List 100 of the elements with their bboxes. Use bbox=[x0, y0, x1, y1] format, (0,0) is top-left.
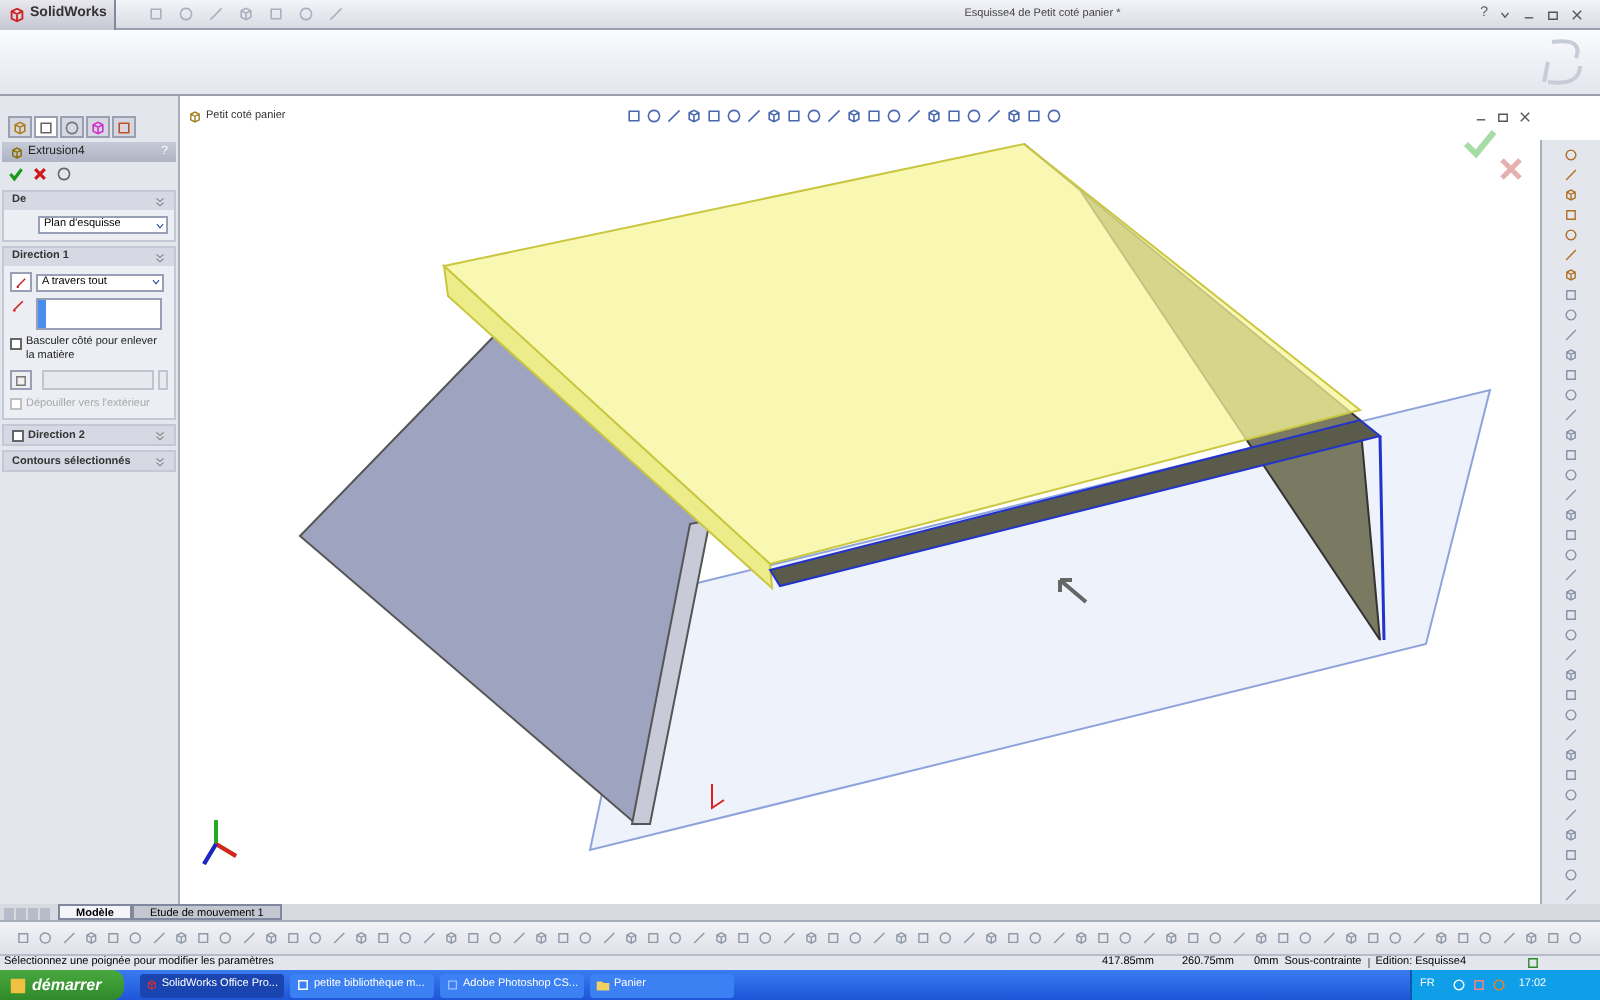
panel-tab[interactable] bbox=[8, 116, 32, 138]
square-icon[interactable] bbox=[1025, 108, 1042, 125]
square-icon[interactable] bbox=[1564, 208, 1578, 222]
cancel-icon[interactable] bbox=[1499, 157, 1523, 181]
cube-icon[interactable] bbox=[845, 108, 862, 125]
square-icon[interactable] bbox=[1366, 930, 1381, 946]
cube-icon[interactable] bbox=[623, 930, 638, 946]
caret-icon[interactable] bbox=[1498, 7, 1512, 21]
panel-tab[interactable] bbox=[112, 116, 136, 138]
square-icon[interactable] bbox=[1526, 956, 1540, 970]
cube-icon[interactable] bbox=[1343, 930, 1358, 946]
cube-icon[interactable] bbox=[1564, 588, 1578, 602]
square-icon[interactable] bbox=[1276, 930, 1291, 946]
square-icon[interactable] bbox=[1564, 448, 1578, 462]
square-icon[interactable] bbox=[1096, 930, 1111, 946]
cube-icon[interactable] bbox=[983, 930, 998, 946]
cube-icon[interactable] bbox=[803, 930, 818, 946]
cube-icon[interactable] bbox=[83, 930, 98, 946]
square-icon[interactable] bbox=[1186, 930, 1201, 946]
square-icon[interactable] bbox=[1564, 688, 1578, 702]
panel-tab[interactable] bbox=[86, 116, 110, 138]
square-icon[interactable] bbox=[625, 108, 642, 125]
square-icon[interactable] bbox=[106, 930, 121, 946]
cube-icon[interactable] bbox=[263, 930, 278, 946]
cube-icon[interactable] bbox=[893, 930, 908, 946]
square-icon[interactable] bbox=[556, 930, 571, 946]
line-icon[interactable] bbox=[1564, 248, 1578, 262]
cube-icon[interactable] bbox=[533, 930, 548, 946]
line-icon[interactable] bbox=[1564, 808, 1578, 822]
line-icon[interactable] bbox=[241, 930, 256, 946]
cube-icon[interactable] bbox=[173, 930, 188, 946]
cube-icon[interactable] bbox=[1564, 188, 1578, 202]
cube-icon[interactable] bbox=[1564, 748, 1578, 762]
line-icon[interactable] bbox=[1141, 930, 1156, 946]
square-icon[interactable] bbox=[16, 930, 31, 946]
square-icon[interactable] bbox=[466, 930, 481, 946]
line-icon[interactable] bbox=[1564, 408, 1578, 422]
line-icon[interactable] bbox=[825, 108, 842, 125]
panel-tab[interactable] bbox=[34, 116, 58, 138]
line-icon[interactable] bbox=[1501, 930, 1516, 946]
square-icon[interactable] bbox=[1564, 368, 1578, 382]
line-icon[interactable] bbox=[1051, 930, 1066, 946]
cube-icon[interactable] bbox=[1564, 668, 1578, 682]
draft-button[interactable] bbox=[10, 370, 32, 390]
spinner[interactable] bbox=[158, 370, 168, 390]
line-icon[interactable] bbox=[905, 108, 922, 125]
square-icon[interactable] bbox=[865, 108, 882, 125]
line-icon[interactable] bbox=[1564, 888, 1578, 902]
line-icon[interactable] bbox=[1564, 488, 1578, 502]
line-icon[interactable] bbox=[61, 930, 76, 946]
close-icon[interactable] bbox=[1570, 7, 1584, 21]
line-icon[interactable] bbox=[665, 108, 682, 125]
square-icon[interactable] bbox=[646, 930, 661, 946]
cube-icon[interactable] bbox=[925, 108, 942, 125]
square-icon[interactable] bbox=[1564, 528, 1578, 542]
line-icon[interactable] bbox=[1564, 648, 1578, 662]
square-icon[interactable] bbox=[196, 930, 211, 946]
square-icon[interactable] bbox=[1546, 930, 1561, 946]
line-icon[interactable] bbox=[961, 930, 976, 946]
start-button[interactable]: démarrer bbox=[0, 970, 124, 1000]
line-icon[interactable] bbox=[1564, 168, 1578, 182]
square-icon[interactable] bbox=[1564, 608, 1578, 622]
square-icon[interactable] bbox=[376, 930, 391, 946]
cube-icon[interactable] bbox=[1564, 348, 1578, 362]
cube-icon[interactable] bbox=[1564, 828, 1578, 842]
line-icon[interactable] bbox=[691, 930, 706, 946]
square-icon[interactable] bbox=[1564, 848, 1578, 862]
close-icon[interactable] bbox=[1518, 109, 1532, 124]
square-icon[interactable] bbox=[705, 108, 722, 125]
square-icon[interactable] bbox=[1564, 288, 1578, 302]
line-icon[interactable] bbox=[871, 930, 886, 946]
square-icon[interactable] bbox=[1564, 768, 1578, 782]
cube-icon[interactable] bbox=[1253, 930, 1268, 946]
cube-icon[interactable] bbox=[1564, 268, 1578, 282]
line-icon[interactable] bbox=[745, 108, 762, 125]
line-icon[interactable] bbox=[1564, 328, 1578, 342]
panel-tab[interactable] bbox=[60, 116, 84, 138]
cube-icon[interactable] bbox=[1523, 930, 1538, 946]
square-icon[interactable] bbox=[286, 930, 301, 946]
line-icon[interactable] bbox=[985, 108, 1002, 125]
square-icon[interactable] bbox=[736, 930, 751, 946]
cancel-icon[interactable] bbox=[32, 166, 48, 182]
cube-icon[interactable] bbox=[1433, 930, 1448, 946]
maximize-icon[interactable] bbox=[1496, 109, 1510, 124]
checkbox[interactable] bbox=[10, 338, 22, 350]
square-icon[interactable] bbox=[785, 108, 802, 125]
checkbox[interactable] bbox=[12, 429, 24, 442]
square-icon[interactable] bbox=[826, 930, 841, 946]
line-icon[interactable] bbox=[781, 930, 796, 946]
line-icon[interactable] bbox=[511, 930, 526, 946]
reverse-direction-button[interactable] bbox=[10, 272, 32, 292]
line-icon[interactable] bbox=[1231, 930, 1246, 946]
cube-icon[interactable] bbox=[685, 108, 702, 125]
square-icon[interactable] bbox=[945, 108, 962, 125]
square-icon[interactable] bbox=[1006, 930, 1021, 946]
cube-icon[interactable] bbox=[1163, 930, 1178, 946]
cube-icon[interactable] bbox=[1564, 508, 1578, 522]
maximize-icon[interactable] bbox=[1546, 7, 1560, 21]
cube-icon[interactable] bbox=[1073, 930, 1088, 946]
line-icon[interactable] bbox=[1564, 728, 1578, 742]
